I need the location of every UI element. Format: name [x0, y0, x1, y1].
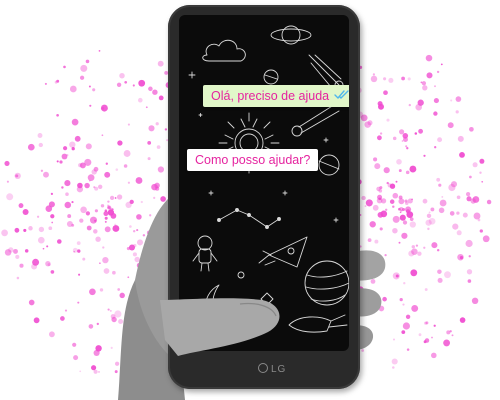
promo-illustration: Olá, preciso de ajuda Como posso ajudar?…	[0, 0, 500, 400]
thumb-front	[160, 298, 280, 356]
